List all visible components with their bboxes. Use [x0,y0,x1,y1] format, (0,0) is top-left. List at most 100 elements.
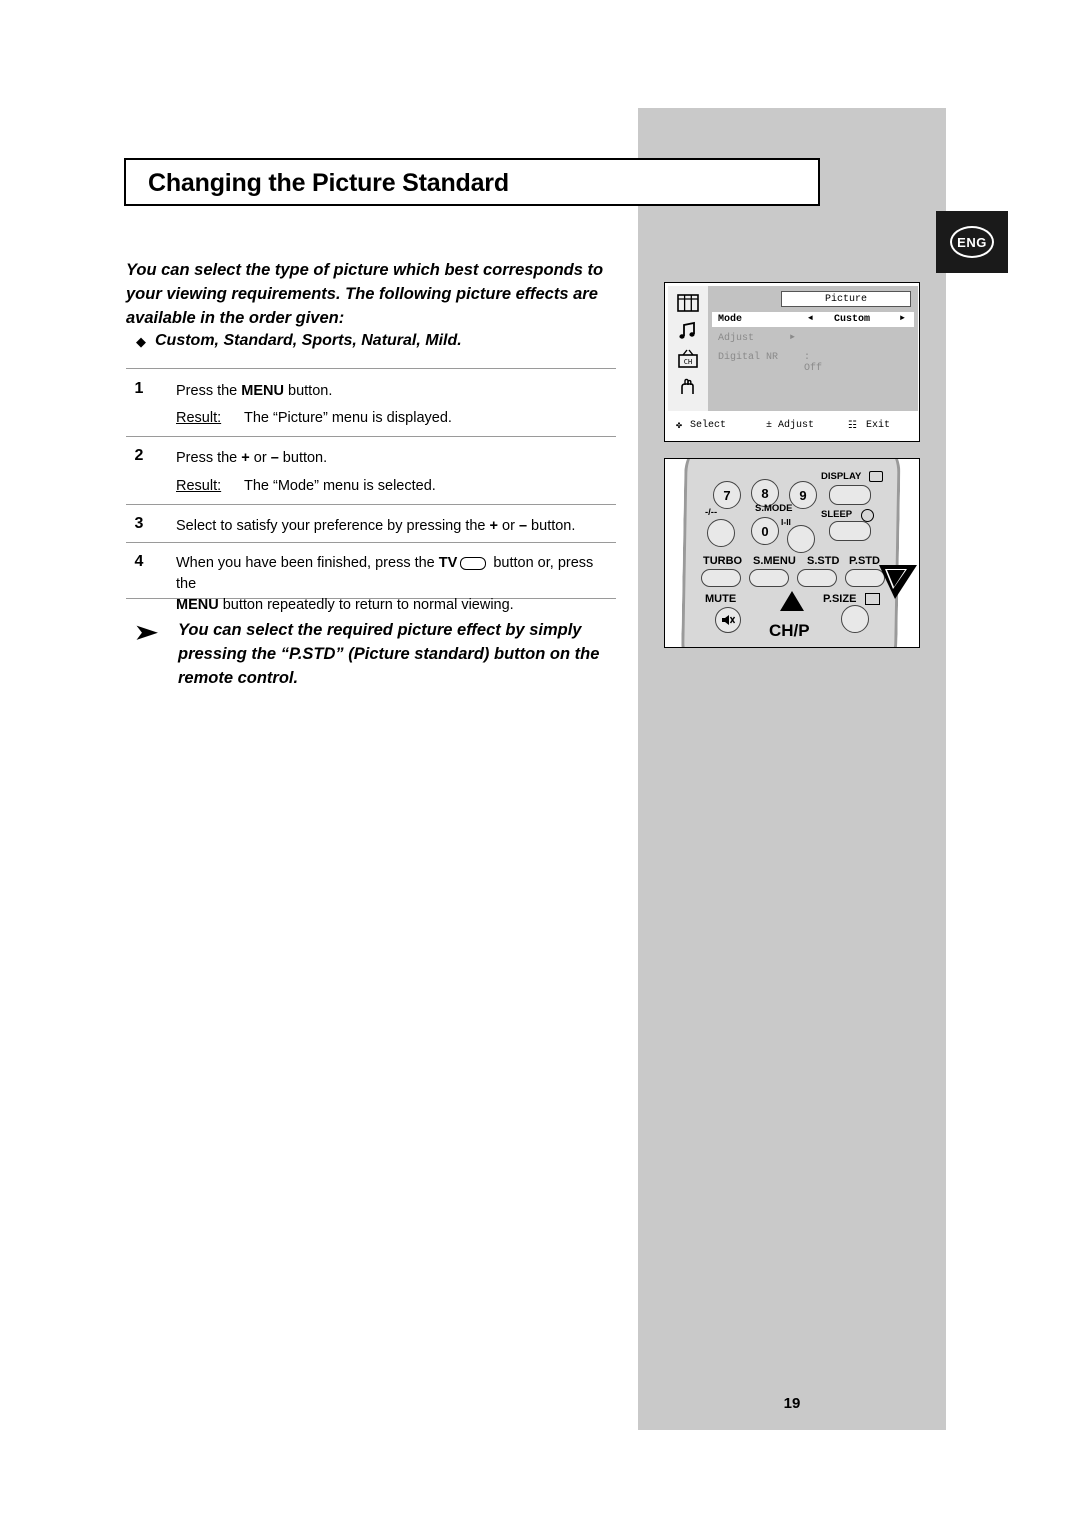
bullet-diamond-icon: ◆ [136,334,146,349]
osd-footer-exit: Exit [866,420,891,431]
osd-footer-select: Select [690,420,727,431]
step-text-post: button. [283,383,333,399]
remote-label-sstd: S.STD [807,555,840,567]
note-text: You can select the required picture effe… [178,621,600,687]
page-number: 19 [783,1395,801,1412]
step-number: 4 [134,553,144,570]
remote-button-turbo[interactable] [701,569,741,587]
osd-footer-adjust: Adjust [778,420,815,431]
tv-button-icon [460,556,487,570]
left-arrow-icon[interactable]: ◄ [808,314,813,323]
pointer-arrow-icon [879,565,917,599]
step-text: Press the + or – button. [176,448,596,469]
step-text-mid: or [498,518,519,534]
step-number: 2 [134,447,144,464]
select-icon: ✤ [676,421,683,432]
result-text: The “Mode” menu is selected. [244,478,436,494]
manual-page: ENG Changing the Picture Standard You ca… [0,0,1080,1528]
page-title: Changing the Picture Standard [148,169,509,197]
ch-up-icon[interactable] [777,589,807,615]
step-text-bold: MENU [241,383,284,399]
result-text: The “Picture” menu is displayed. [244,410,452,426]
right-arrow-icon[interactable]: ► [900,314,905,323]
picture-icon [676,292,700,314]
remote-button-9[interactable]: 9 [789,481,817,509]
step-text-pre: Press the [176,450,242,466]
osd-row-value: : Off [804,352,823,374]
language-badge: ENG [936,211,1008,273]
remote-button-mute[interactable] [715,607,741,633]
osd-icon-column: CH [668,286,708,411]
step-text-bold2: MENU [176,597,219,613]
remote-button-iii[interactable] [787,525,815,553]
remote-label-smenu: S.MENU [753,555,796,567]
remote-button-sleep[interactable] [829,521,871,541]
step-number: 3 [134,515,144,532]
step-text-bold: + [489,518,498,534]
remote-control-illustration: 7 8 9 DISPLAY S.MODE SLEEP -/-- 0 I-II T… [664,458,920,648]
remote-button-smenu[interactable] [749,569,789,587]
remote-label-turbo: TURBO [703,555,743,567]
exit-icon: ☷ [848,421,857,432]
note-arrow-icon: ➤ [134,622,159,644]
step-text-mid: or [249,450,271,466]
osd-row-adjust[interactable]: Adjust ► [718,333,795,344]
step-text-post: button. [527,518,576,534]
sound-icon [676,320,700,342]
step-text: Select to satisfy your preference by pre… [176,516,616,537]
remote-button-0[interactable]: 0 [751,517,779,545]
osd-row-label: Adjust [718,333,755,344]
divider [126,504,616,505]
remote-label-chp: CH/P [769,621,810,640]
step-text-bold2: – [270,450,279,466]
osd-body: CH Picture Mode ◄ Custom ► Adjust ► Digi… [668,286,918,411]
step-text-pre: Select to satisfy your preference by pre… [176,518,490,534]
remote-button-psize[interactable] [841,605,869,633]
step-number: 1 [134,380,144,397]
step-text-post: button. [278,450,328,466]
display-icon [869,471,883,482]
page-title-box: Changing the Picture Standard [124,158,820,206]
osd-title: Picture [781,291,911,307]
osd-row-value: ► [790,333,795,342]
remote-label-mute: MUTE [705,593,737,605]
step-text: When you have been finished, press the T… [176,553,616,616]
step-text-bold2: – [518,518,528,534]
remote-label-sleep: SLEEP [821,509,853,520]
remote-button-sstd[interactable] [797,569,837,587]
setup-icon [676,376,700,398]
psize-icon [865,593,880,605]
step-text: Press the MENU button. [176,381,596,402]
svg-text:CH: CH [684,358,692,366]
osd-row-mode[interactable]: Mode ◄ Custom ► [712,312,914,327]
osd-row-label: Digital NR [718,352,779,363]
result-label: Result: [176,478,222,494]
osd-screenshot: CH Picture Mode ◄ Custom ► Adjust ► Digi… [664,282,920,442]
remote-label-display: DISPLAY [821,471,862,482]
remote-button-dash[interactable] [707,519,735,547]
mute-icon [721,615,735,625]
intro-bullet-text: Custom, Standard, Sports, Natural, Mild. [155,332,462,349]
result-label: Result: [176,410,222,426]
divider [126,436,616,437]
channel-icon: CH [676,348,700,370]
osd-row-digital-nr[interactable]: Digital NR : Off [718,352,822,374]
osd-row-value: Custom [834,314,871,325]
remote-button-display[interactable] [829,485,871,505]
language-badge-label: ENG [950,226,994,258]
remote-label-smode: S.MODE [755,503,793,514]
step-text-post2: button repeatedly to return to normal vi… [218,597,514,613]
osd-footer: ✤ Select ± Adjust ☷ Exit [668,414,918,437]
intro-paragraph: You can select the type of picture which… [126,261,604,327]
adjust-icon: ± [766,420,773,431]
divider [126,368,616,369]
remote-label-pstd: P.STD [849,555,880,567]
remote-button-7[interactable]: 7 [713,481,741,509]
remote-label-psize: P.SIZE [823,593,857,605]
step-text-bold: TV [438,555,458,571]
remote-label-dash: -/-- [705,507,718,518]
power-icon [861,509,874,522]
remote-label-iii: I-II [781,517,791,527]
divider [126,542,616,543]
osd-row-label: Mode [718,314,743,325]
